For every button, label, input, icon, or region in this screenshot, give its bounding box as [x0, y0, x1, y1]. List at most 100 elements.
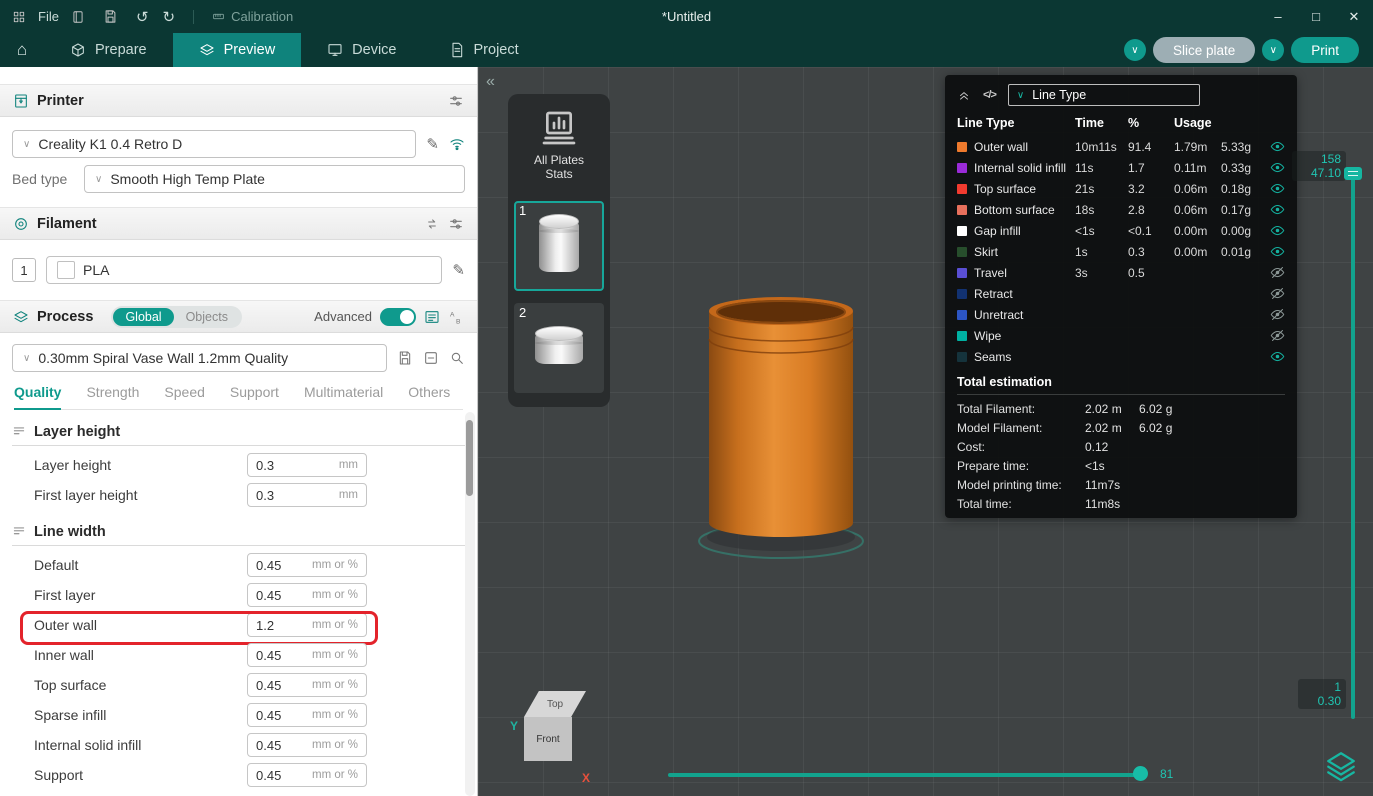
process-tab-others[interactable]: Others: [408, 384, 450, 409]
eye-off-icon[interactable]: [1270, 307, 1285, 322]
process-tab-support[interactable]: Support: [230, 384, 279, 409]
save-icon[interactable]: [103, 9, 118, 24]
line-type-label: Travel: [974, 266, 1075, 280]
filament-settings-icon[interactable]: [448, 216, 464, 232]
sync-filament-icon[interactable]: [424, 216, 440, 232]
notes-icon[interactable]: [71, 10, 85, 24]
step-slider[interactable]: [668, 773, 1143, 777]
param-row-first-layer: First layer0.45mm or %: [0, 580, 477, 610]
collapse-panel-icon[interactable]: [957, 88, 971, 102]
bed-type-select[interactable]: ∨ Smooth High Temp Plate: [84, 165, 465, 193]
eye-icon[interactable]: [1270, 223, 1285, 238]
view-type-select[interactable]: ∨ Line Type: [1008, 84, 1200, 106]
printer-settings-icon[interactable]: [448, 93, 464, 109]
param-input-outer-wall[interactable]: 1.2mm or %: [247, 613, 367, 637]
plate-item-2[interactable]: 2: [514, 303, 604, 393]
undo-icon[interactable]: ↺: [136, 8, 149, 26]
eye-icon[interactable]: [1270, 139, 1285, 154]
model-3d[interactable]: [686, 265, 876, 565]
search-settings-icon[interactable]: [449, 350, 465, 366]
top-layer-number: 158: [1297, 152, 1341, 166]
gcode-icon[interactable]: </>: [983, 89, 996, 101]
orientation-gizmo[interactable]: Y Top Front X: [510, 679, 622, 796]
process-tab-strength[interactable]: Strength: [86, 384, 139, 409]
color-swatch: [957, 226, 967, 236]
close-button[interactable]: ✕: [1335, 0, 1373, 33]
param-input-internal-solid-infill[interactable]: 0.45mm or %: [247, 733, 367, 757]
scope-objects-button[interactable]: Objects: [174, 308, 240, 326]
layers-view-icon[interactable]: [1324, 749, 1358, 783]
process-preset-select[interactable]: ∨ 0.30mm Spiral Vase Wall 1.2mm Quality: [12, 344, 387, 372]
parameter-table-icon[interactable]: [424, 309, 440, 325]
legend-row-gap-infill: Gap infill<1s<0.10.00m0.00g: [945, 220, 1297, 241]
printer-select[interactable]: ∨ Creality K1 0.4 Retro D: [12, 130, 416, 158]
eye-icon[interactable]: [1270, 181, 1285, 196]
percent-value: <0.1: [1128, 224, 1174, 238]
wifi-icon[interactable]: [449, 136, 465, 152]
printer-select-value: Creality K1 0.4 Retro D: [38, 136, 182, 152]
eye-icon[interactable]: [1270, 202, 1285, 217]
layer-slider-handle[interactable]: [1344, 167, 1362, 180]
navbar: ⌂ PreparePreviewDeviceProject ∨ Slice pl…: [0, 33, 1373, 67]
process-tab-speed[interactable]: Speed: [164, 384, 204, 409]
eye-off-icon[interactable]: [1270, 286, 1285, 301]
tab-device[interactable]: Device: [301, 33, 422, 67]
home-button[interactable]: ⌂: [0, 40, 44, 60]
print-dropdown-button[interactable]: ∨: [1262, 39, 1284, 61]
process-tab-multimaterial[interactable]: Multimaterial: [304, 384, 383, 409]
param-input-sparse-infill[interactable]: 0.45mm or %: [247, 703, 367, 727]
slice-dropdown-button[interactable]: ∨: [1124, 39, 1146, 61]
eye-icon[interactable]: [1270, 160, 1285, 175]
scope-global-button[interactable]: Global: [113, 308, 173, 326]
collapse-sidebar-icon[interactable]: «: [486, 73, 495, 91]
param-input-first-layer[interactable]: 0.45mm or %: [247, 583, 367, 607]
viewport-3d[interactable]: « All Plates Stats 1 2: [478, 67, 1373, 796]
delete-preset-icon[interactable]: [423, 350, 439, 366]
step-slider-handle[interactable]: [1133, 766, 1148, 781]
tab-preview[interactable]: Preview: [173, 33, 302, 67]
param-input-support[interactable]: 0.45mm or %: [247, 763, 367, 787]
file-menu[interactable]: File: [38, 9, 59, 24]
gizmo-front-face[interactable]: Front: [524, 717, 572, 761]
param-input-default[interactable]: 0.45mm or %: [247, 553, 367, 577]
process-tab-quality[interactable]: Quality: [14, 384, 61, 410]
maximize-button[interactable]: □: [1297, 0, 1335, 33]
color-swatch: [957, 205, 967, 215]
plate-thumbnail[interactable]: [514, 303, 604, 393]
minimize-button[interactable]: –: [1259, 0, 1297, 33]
compare-presets-icon[interactable]: AB: [448, 309, 464, 325]
eye-icon[interactable]: [1270, 349, 1285, 364]
sidebar-scrollbar-thumb[interactable]: [466, 420, 473, 496]
filament-select[interactable]: PLA: [46, 256, 442, 284]
param-input-layer-height[interactable]: 0.3mm: [247, 453, 367, 477]
plate-thumbnail[interactable]: [514, 201, 604, 291]
advanced-toggle[interactable]: [380, 308, 416, 326]
redo-icon[interactable]: ↻: [163, 8, 176, 26]
color-swatch: [957, 268, 967, 278]
app-menu-icon[interactable]: [12, 10, 26, 24]
edit-filament-icon[interactable]: ✎: [452, 261, 465, 279]
legend-columns: Line Type Time % Usage: [945, 113, 1297, 136]
param-input-first-layer-height[interactable]: 0.3mm: [247, 483, 367, 507]
gizmo-top-face[interactable]: Top: [524, 691, 586, 717]
all-plates-stats[interactable]: All Plates Stats: [521, 104, 597, 189]
tab-prepare[interactable]: Prepare: [44, 33, 173, 67]
plate-item-1[interactable]: 1: [514, 201, 604, 291]
eye-off-icon[interactable]: [1270, 328, 1285, 343]
layer-slider-top-label: 158 47.10: [1292, 151, 1346, 181]
printer-row: ∨ Creality K1 0.4 Retro D ✎: [12, 130, 465, 158]
param-input-top-surface[interactable]: 0.45mm or %: [247, 673, 367, 697]
filament-color-swatch[interactable]: [57, 261, 75, 279]
eye-icon[interactable]: [1270, 244, 1285, 259]
monitor-icon: [327, 42, 343, 58]
calibration-button[interactable]: Calibration: [212, 9, 293, 24]
save-preset-icon[interactable]: [397, 350, 413, 366]
tab-project[interactable]: Project: [423, 33, 545, 67]
eye-off-icon[interactable]: [1270, 265, 1285, 280]
param-input-inner-wall[interactable]: 0.45mm or %: [247, 643, 367, 667]
slice-plate-button[interactable]: Slice plate: [1153, 37, 1255, 63]
edit-printer-icon[interactable]: ✎: [426, 135, 439, 153]
print-button[interactable]: Print: [1291, 37, 1359, 63]
window-controls: – □ ✕: [1259, 0, 1373, 33]
layer-slider[interactable]: [1351, 171, 1355, 719]
